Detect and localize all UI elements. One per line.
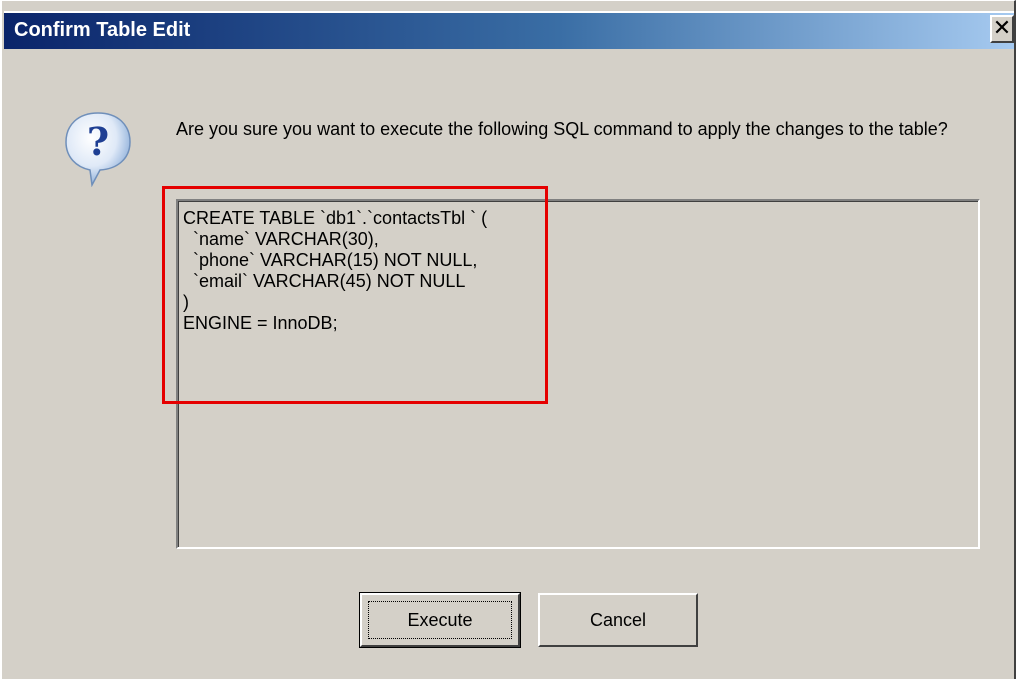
cancel-button-label: Cancel xyxy=(589,609,647,630)
close-button[interactable]: ✕ xyxy=(990,15,1014,43)
title-bar[interactable]: Confirm Table Edit ✕ xyxy=(4,11,1014,49)
question-mark: ? xyxy=(87,119,109,164)
focus-ring xyxy=(368,601,512,639)
dialog-title: Confirm Table Edit xyxy=(14,19,191,41)
close-icon: ✕ xyxy=(992,15,1012,40)
cancel-button[interactable]: Cancel xyxy=(538,593,698,647)
highlight-annotation xyxy=(162,186,548,404)
confirm-message: Are you sure you want to execute the fol… xyxy=(176,119,948,139)
execute-button[interactable]: Execute xyxy=(359,592,521,648)
question-icon: ? xyxy=(65,112,131,187)
